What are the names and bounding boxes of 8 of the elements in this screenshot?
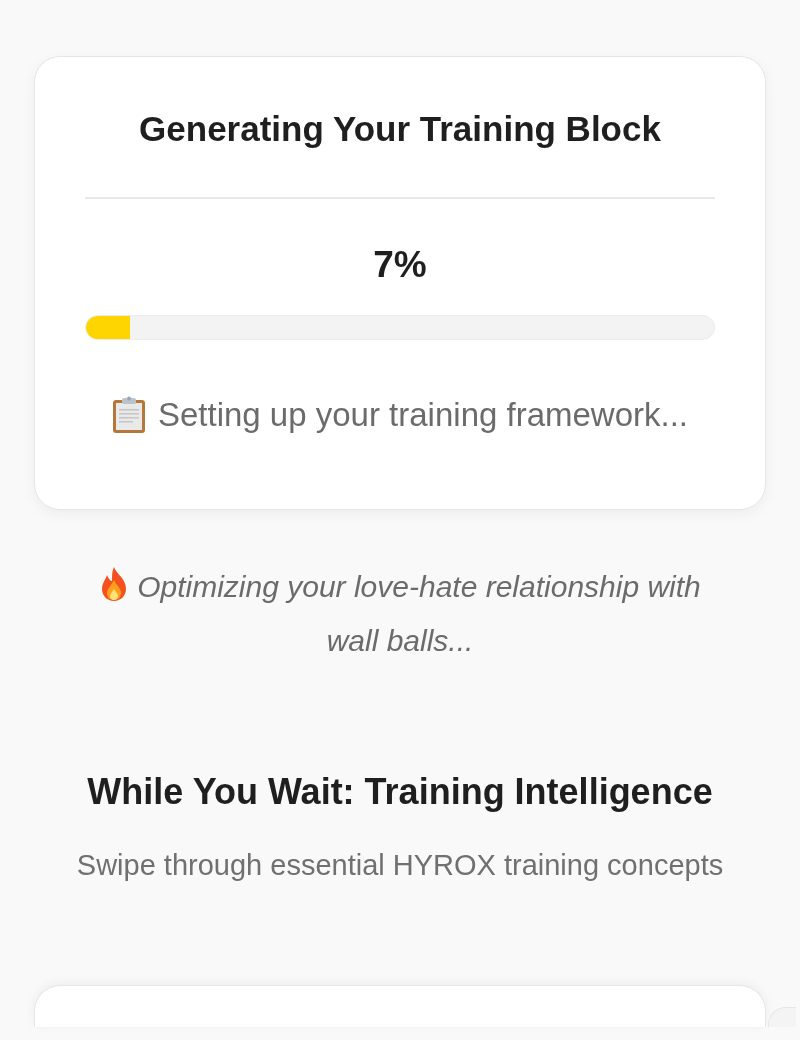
clipboard-icon [111,396,146,435]
status-text: Setting up your training framework... [157,395,689,436]
card-title: Generating Your Training Block [138,108,662,150]
progress-percent: 7% [372,243,428,287]
loading-message: Optimizing your love-hate relationship with wall balls... [137,569,701,657]
section-heading: While You Wait: Training Intelligence [86,769,714,813]
section-subheading: Swipe through essential HYROX training concepts [75,847,725,883]
carousel-card[interactable] [34,985,766,1028]
